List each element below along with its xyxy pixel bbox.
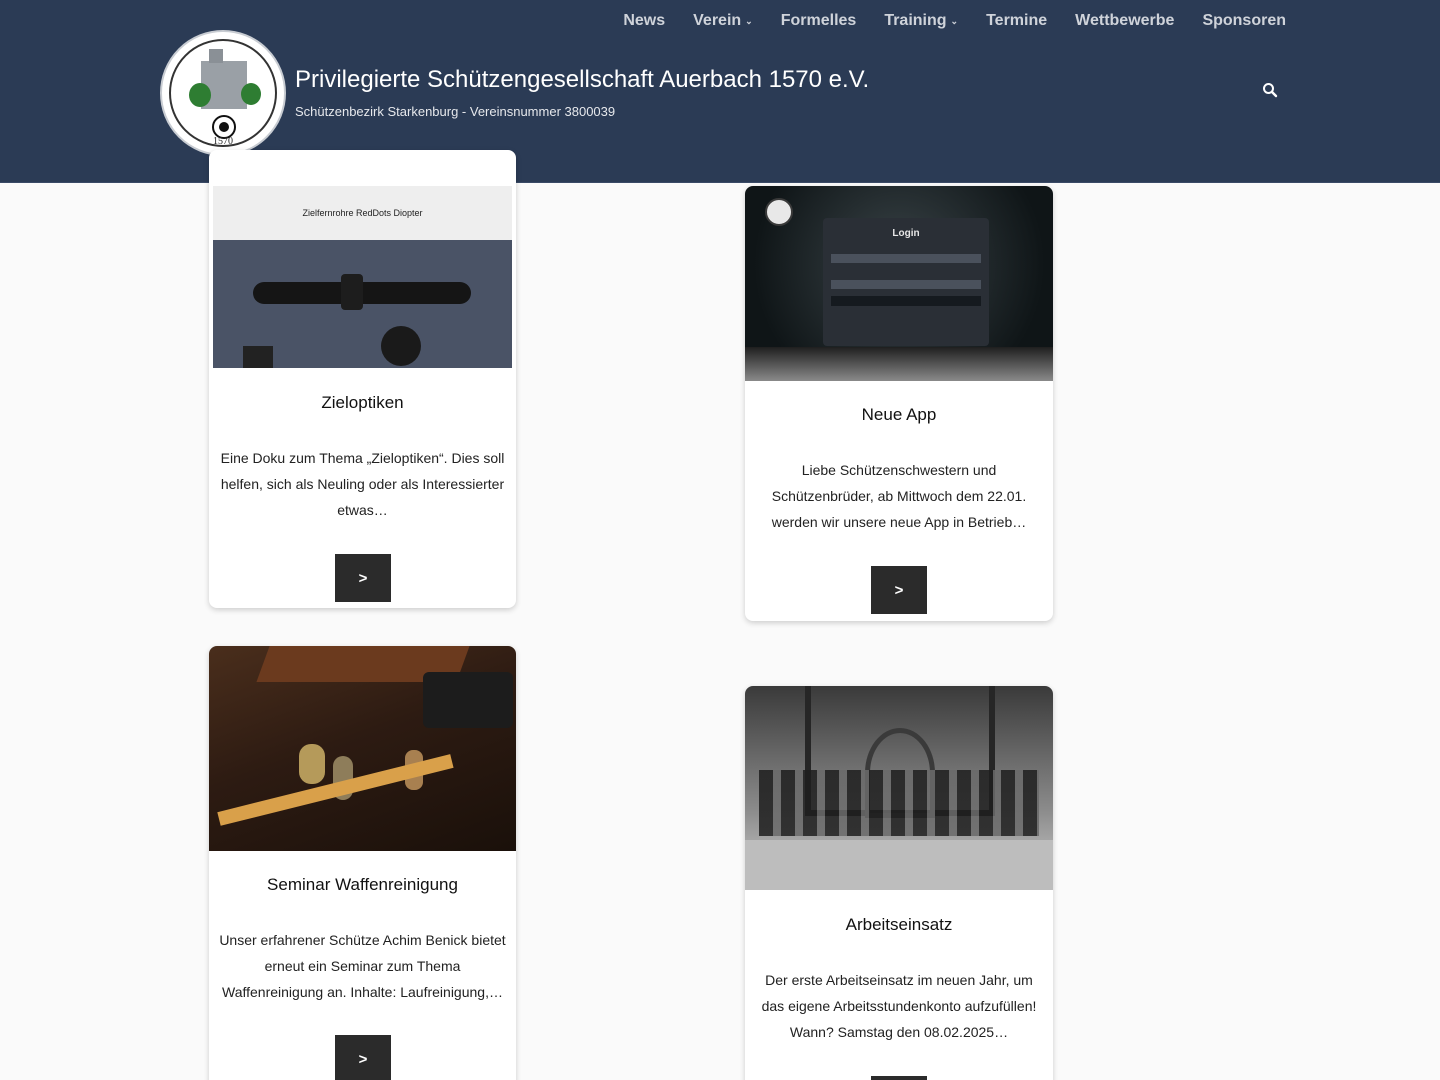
post-excerpt: Liebe Schützenschwestern und Schützenbrü…	[771, 462, 1027, 530]
gun-barrel-shape	[423, 672, 513, 728]
tree-emblem	[189, 83, 211, 107]
nav-item-label: Sponsoren	[1202, 12, 1286, 29]
read-more-button[interactable]: >	[335, 554, 391, 602]
site-title[interactable]: Privilegierte Schützengesellschaft Auerb…	[295, 66, 869, 94]
nav-item-label: Training	[884, 12, 947, 29]
main-nav: News Verein ⌄ Formelles Training ⌄ Termine…	[609, 0, 1300, 42]
tree-emblem	[241, 83, 261, 105]
post-excerpt: Eine Doku zum Thema „Zieloptiken“. Dies …	[220, 450, 505, 518]
nav-item-training[interactable]: Training ⌄	[870, 12, 972, 30]
login-screen-shape: Login	[823, 218, 989, 346]
post-image[interactable]: Zielfernrohre RedDots Diopter	[213, 186, 512, 368]
nav-item-termine[interactable]: Termine	[972, 12, 1061, 30]
optic-shape	[243, 346, 273, 368]
read-more-button[interactable]: >	[335, 1035, 391, 1080]
image-caption: Login	[892, 228, 920, 239]
chevron-down-icon: ⌄	[745, 15, 753, 26]
post-image[interactable]: Login	[745, 186, 1053, 381]
chevron-down-icon: ⌄	[950, 15, 959, 26]
club-emblem: 1570	[169, 39, 277, 147]
image-gradient	[745, 347, 1053, 381]
read-more-button[interactable]: >	[871, 566, 927, 614]
image-caption: Zielfernrohre RedDots Diopter	[302, 208, 423, 218]
password-field-shape	[831, 280, 981, 289]
scope-turret-shape	[341, 274, 363, 310]
club-badge-icon	[765, 198, 793, 226]
post-title[interactable]: Neue App	[745, 405, 1053, 425]
nav-item-label: Verein	[693, 12, 742, 29]
post-card-zieloptiken: Zielfernrohre RedDots Diopter Zieloptike…	[209, 150, 516, 608]
nav-item-label: Termine	[986, 12, 1048, 29]
nav-item-verein[interactable]: Verein ⌄	[679, 12, 767, 30]
post-image[interactable]	[209, 646, 516, 851]
post-title[interactable]: Zieloptiken	[209, 393, 516, 413]
post-card-arbeitseinsatz: Arbeitseinsatz Der erste Arbeitseinsatz …	[745, 686, 1053, 1080]
nav-item-wettbewerbe[interactable]: Wettbewerbe	[1061, 12, 1188, 30]
read-more-button[interactable]: >	[871, 1076, 927, 1080]
search-button[interactable]	[1262, 82, 1282, 102]
post-excerpt: Der erste Arbeitseinsatz im neuen Jahr, …	[761, 972, 1037, 1040]
cleaning-brush-shape	[299, 744, 325, 784]
post-excerpt: Unser erfahrener Schütze Achim Benick bi…	[219, 932, 506, 1000]
ground-shape	[745, 840, 1053, 890]
nav-item-label: Formelles	[780, 12, 857, 29]
group-photo-shape	[759, 770, 1039, 836]
nav-item-label: News	[623, 12, 666, 29]
post-title[interactable]: Arbeitseinsatz	[745, 915, 1053, 935]
optic-shape	[381, 326, 421, 366]
site-subtitle: Schützenbezirk Starkenburg - Vereinsnumm…	[295, 104, 616, 119]
post-card-neue-app: Login Neue App Liebe Schützenschwestern …	[745, 186, 1053, 621]
login-button-shape	[831, 296, 981, 306]
post-title[interactable]: Seminar Waffenreinigung	[209, 875, 516, 895]
email-field-shape	[831, 254, 981, 263]
post-card-seminar-waffenreinigung: Seminar Waffenreinigung Unser erfahrener…	[209, 646, 516, 1080]
search-icon	[1263, 83, 1278, 98]
nav-item-sponsoren[interactable]: Sponsoren	[1188, 12, 1300, 30]
nav-item-news[interactable]: News	[609, 12, 679, 30]
nav-item-label: Wettbewerbe	[1075, 12, 1175, 29]
club-logo[interactable]: 1570	[160, 30, 286, 156]
post-image[interactable]	[745, 686, 1053, 890]
nav-item-formelles[interactable]: Formelles	[767, 12, 871, 30]
